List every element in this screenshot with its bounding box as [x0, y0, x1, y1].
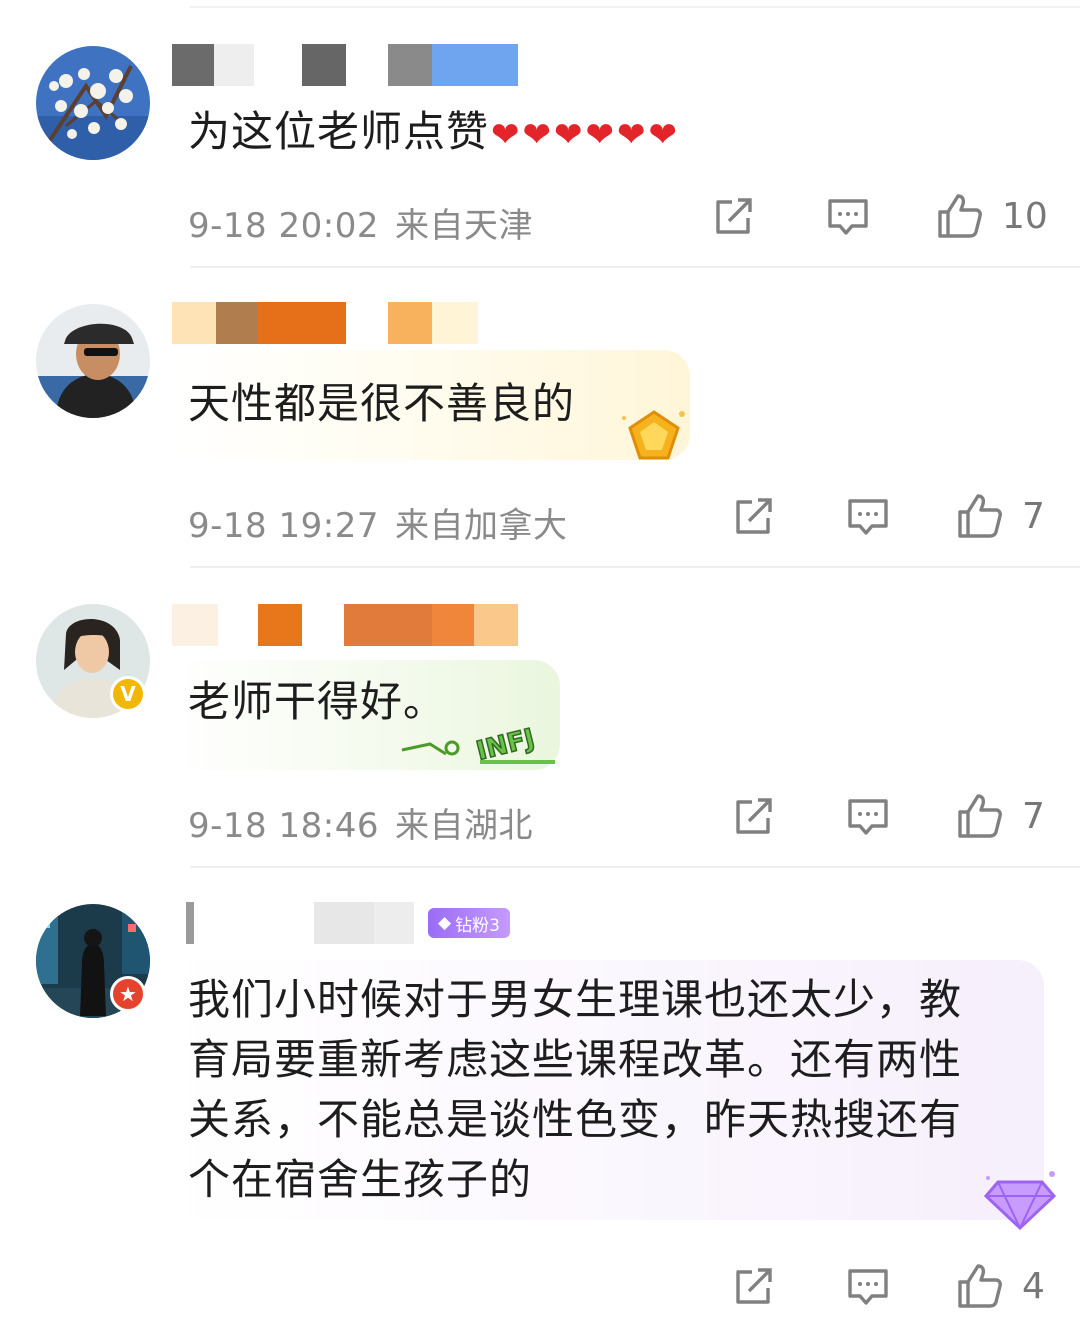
heart-emoji-icon: ❤: [522, 115, 553, 155]
comment-item: ★ ◆ 钻粉3 我们小时候对于男女生理课也还太少，教 育局要重新考虑这些课程改革。…: [0, 868, 1080, 1334]
diamond-icon: ◆: [438, 913, 452, 933]
reply-button[interactable]: [846, 496, 890, 538]
reply-button[interactable]: [846, 796, 890, 838]
share-button[interactable]: [732, 496, 776, 538]
username-redacted[interactable]: [172, 44, 518, 86]
thumbs-up-icon: [938, 194, 982, 238]
comment-bubble-icon: [848, 1269, 888, 1305]
like-count: 7: [1022, 795, 1045, 837]
username-redacted[interactable]: [172, 604, 518, 646]
infj-sticker-icon: INFJ: [400, 704, 560, 770]
comment-bubble-icon: [848, 499, 888, 535]
comment-item: 天性都是很不善良的 9-18 19:27 来自加拿大 7: [0, 270, 1080, 568]
reply-button[interactable]: [826, 196, 870, 238]
comment-item: V 老师干得好。 INFJ 9-18 18:46 来自湖北 7: [0, 568, 1080, 868]
share-icon: [736, 498, 772, 534]
like-button[interactable]: 10: [936, 192, 1048, 240]
username-redacted[interactable]: [172, 302, 478, 344]
purple-diamond-icon: [980, 1168, 1060, 1236]
comment-text: 为这位老师点赞❤❤❤❤❤❤: [188, 102, 678, 165]
verified-yellow-v-icon: V: [110, 676, 146, 712]
location: 来自天津: [394, 206, 533, 246]
like-count: 7: [1022, 495, 1045, 537]
comment-bubble-icon: [848, 799, 888, 835]
like-button[interactable]: 7: [956, 792, 1045, 840]
fan-level-badge[interactable]: ◆ 钻粉3: [428, 908, 510, 938]
comment-divider: [190, 266, 1080, 268]
comment-text-line: 我们小时候对于男女生理课也还太少，教: [188, 975, 963, 1024]
location: 来自湖北: [394, 806, 533, 846]
gold-badge-icon: [618, 406, 690, 470]
username-redacted[interactable]: [186, 902, 414, 944]
heart-emoji-icon: ❤: [491, 115, 521, 155]
fan-badge-label: 钻粉3: [455, 915, 500, 936]
like-button[interactable]: 7: [956, 492, 1045, 540]
red-star-badge-icon: ★: [110, 976, 146, 1012]
heart-emoji-icon: ❤: [648, 115, 679, 155]
comment-item: 为这位老师点赞❤❤❤❤❤❤ 9-18 20:02 来自天津 10: [0, 0, 1080, 270]
comment-text: 我们小时候对于男女生理课也还太少，教 育局要重新考虑这些课程改革。还有两性 关系…: [188, 970, 962, 1210]
sticker-text: INFJ: [473, 723, 537, 766]
comment-text-line: 育局要重新考虑这些课程改革。还有两性: [188, 1035, 963, 1084]
thumbs-up-icon: [958, 1264, 1002, 1308]
heart-emoji-icon: ❤: [585, 115, 616, 155]
heart-emoji-icon: ❤: [554, 115, 584, 155]
share-icon: [736, 798, 772, 834]
like-count: 10: [1002, 195, 1048, 237]
comment-text: 天性都是很不善良的: [188, 379, 576, 428]
timestamp: 9-18 18:46: [188, 806, 379, 846]
heart-emoji-icon: ❤: [617, 115, 647, 155]
avatar[interactable]: [36, 46, 150, 160]
location: 来自加拿大: [394, 506, 568, 546]
thumbs-up-icon: [958, 494, 1002, 538]
share-icon: [736, 1268, 772, 1304]
share-icon: [716, 198, 752, 234]
like-button[interactable]: 4: [956, 1262, 1045, 1310]
comment-meta: 9-18 19:27 来自加拿大: [188, 498, 567, 547]
comment-bubble-icon: [828, 199, 868, 235]
comment-text-line: 个在宿舍生孩子的: [188, 1155, 533, 1204]
comment-meta: 9-18 20:02 来自天津: [188, 198, 533, 247]
share-button[interactable]: [732, 796, 776, 838]
avatar[interactable]: [36, 304, 150, 418]
share-button[interactable]: [732, 1266, 776, 1308]
reply-button[interactable]: [846, 1266, 890, 1308]
comment-text-line: 关系，不能总是谈性色变，昨天热搜还有: [188, 1095, 963, 1144]
timestamp: 9-18 19:27: [188, 506, 379, 546]
comment-text-body: 为这位老师点赞: [188, 107, 490, 156]
share-button[interactable]: [712, 196, 756, 238]
comment-meta: 9-18 18:46 来自湖北: [188, 798, 533, 847]
like-count: 4: [1022, 1265, 1045, 1307]
thumbs-up-icon: [958, 794, 1002, 838]
timestamp: 9-18 20:02: [188, 206, 379, 246]
